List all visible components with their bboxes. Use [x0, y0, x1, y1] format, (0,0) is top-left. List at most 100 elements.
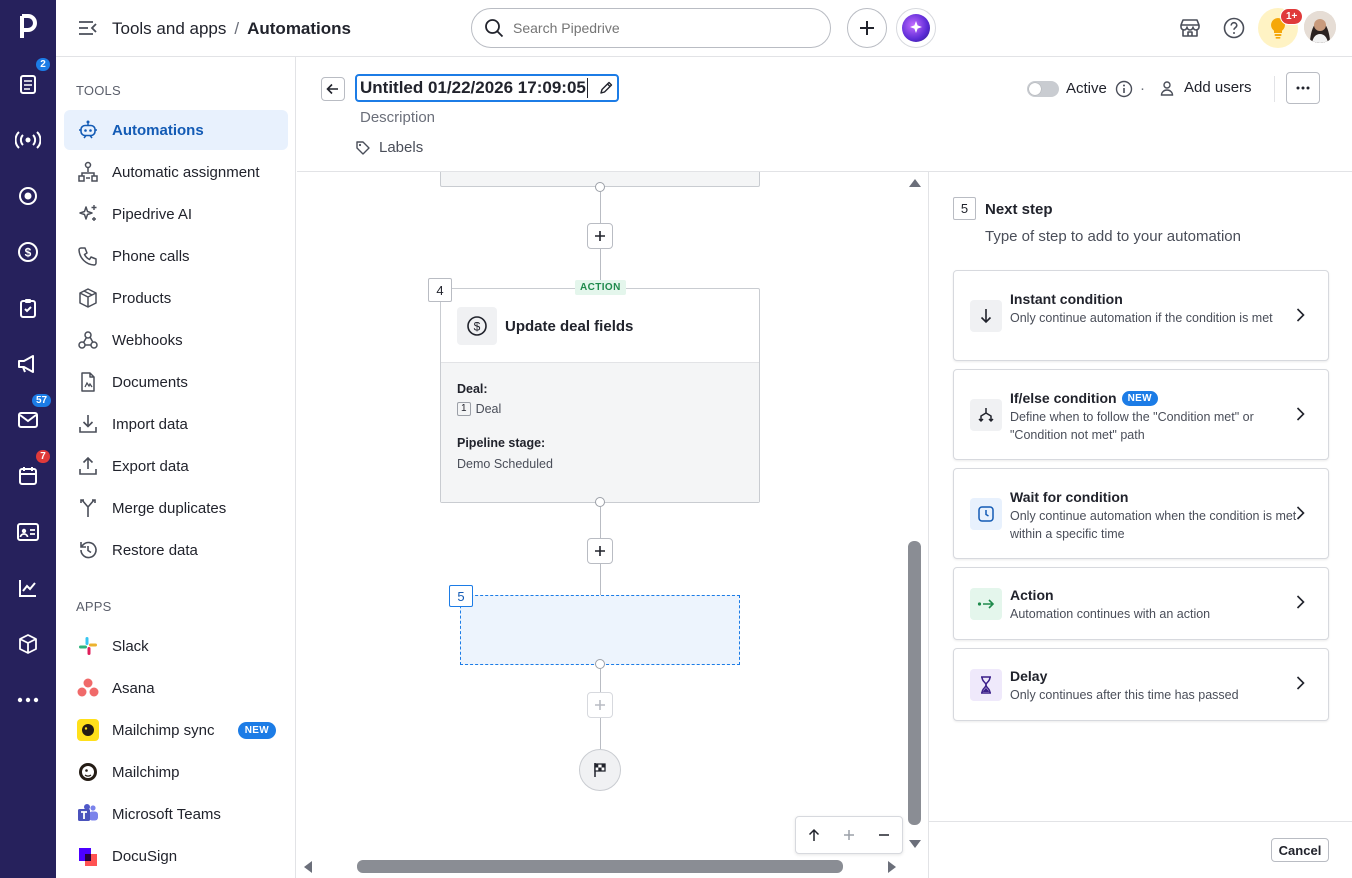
info-icon[interactable] [1115, 80, 1133, 98]
robot-icon [76, 118, 100, 142]
connector-dot [595, 497, 605, 507]
sidebar-item-mailchimp-sync[interactable]: Mailchimp sync NEW [64, 710, 288, 750]
add-users-button[interactable]: Add users [1159, 79, 1252, 96]
scroll-right-arrow[interactable] [887, 860, 897, 874]
panel-subtitle: Type of step to add to your automation [985, 228, 1241, 245]
connector-dot [595, 182, 605, 192]
sidebar-item-microsoft-teams[interactable]: Microsoft Teams [64, 794, 288, 834]
option-wait-for-condition[interactable]: Wait for condition Only continue automat… [953, 468, 1329, 559]
sidebar-item-label: Automatic assignment [112, 163, 260, 181]
help-icon[interactable] [1222, 16, 1246, 40]
horizontal-scrollbar-thumb[interactable] [357, 860, 843, 873]
svg-text:$: $ [25, 246, 32, 260]
add-step-button[interactable] [587, 223, 613, 249]
add-step-button[interactable] [587, 538, 613, 564]
sidebar-item-import-data[interactable]: Import data [64, 404, 288, 444]
action-tag: ACTION [575, 280, 626, 295]
mail-icon[interactable] [14, 406, 42, 434]
avatar[interactable] [1304, 11, 1336, 43]
webhook-icon [76, 328, 100, 352]
ellipsis-icon [1296, 86, 1310, 90]
sidebar-item-merge-duplicates[interactable]: Merge duplicates [64, 488, 288, 528]
option-delay[interactable]: Delay Only continues after this time has… [953, 648, 1329, 721]
zoom-out-icon[interactable] [877, 828, 891, 842]
step-4-card[interactable]: $ Update deal fields Deal: 1 Deal Pipeli… [440, 288, 760, 503]
sidebar-item-label: Asana [112, 679, 155, 697]
box-icon [76, 286, 100, 310]
sidebar-item-restore-data[interactable]: Restore data [64, 530, 288, 570]
contacts-icon[interactable] [14, 518, 42, 546]
sidebar-item-label: Pipedrive AI [112, 205, 193, 223]
sidebar-item-automations[interactable]: Automations [64, 110, 288, 150]
breadcrumb-parent[interactable]: Tools and apps [112, 19, 226, 39]
quick-add-button[interactable] [847, 8, 887, 48]
title-input[interactable]: Untitled 01/22/2026 17:09:05 [357, 78, 588, 98]
back-button[interactable] [321, 77, 345, 101]
search-input[interactable] [513, 20, 803, 36]
chevron-right-icon [1292, 505, 1308, 521]
active-toggle[interactable] [1027, 81, 1059, 97]
zoom-in-icon[interactable] [842, 828, 856, 842]
sidebar-item-export-data[interactable]: Export data [64, 446, 288, 486]
products-rail-icon[interactable] [14, 630, 42, 658]
step-5-placeholder[interactable] [460, 595, 740, 665]
collapse-menu-icon[interactable] [76, 18, 98, 38]
sidebar-item-slack[interactable]: Slack [64, 626, 288, 666]
ai-sparkle-icon [76, 202, 100, 226]
sidebar-item-asana[interactable]: Asana [64, 668, 288, 708]
sidebar-item-phone-calls[interactable]: Phone calls [64, 236, 288, 276]
pencil-icon[interactable] [599, 81, 613, 95]
more-options-button[interactable] [1286, 72, 1320, 104]
step-4-title: Update deal fields [505, 318, 634, 335]
option-action[interactable]: Action Automation continues with an acti… [953, 567, 1329, 640]
option-description: Define when to follow the "Condition met… [1010, 410, 1254, 442]
step-number-badge: 5 [953, 197, 976, 220]
sidebar-item-automatic-assignment[interactable]: Automatic assignment [64, 152, 288, 192]
broadcast-icon[interactable] [14, 126, 42, 154]
scroll-up-arrow[interactable] [908, 178, 922, 188]
sidebar-item-documents[interactable]: Documents [64, 362, 288, 402]
vertical-scrollbar-thumb[interactable] [908, 541, 921, 825]
search-box[interactable] [471, 8, 831, 48]
arrow-down-icon [970, 300, 1002, 332]
flow-canvas[interactable]: $ Update deal fields Deal: 1 Deal Pipeli… [297, 172, 928, 878]
marketplace-icon[interactable] [1178, 16, 1202, 40]
sidebar-item-products[interactable]: Products [64, 278, 288, 318]
activities-icon[interactable] [14, 70, 42, 98]
export-icon [76, 454, 100, 478]
campaigns-icon[interactable] [14, 350, 42, 378]
docusign-icon [76, 844, 100, 868]
ai-assistant-button[interactable] [896, 8, 936, 48]
sidebar-item-docusign[interactable]: DocuSign [64, 836, 288, 876]
connector-line [600, 564, 601, 596]
svg-text:$: $ [474, 320, 481, 334]
sidebar-item-label: Import data [112, 415, 188, 433]
sidebar-item-pipedrive-ai[interactable]: Pipedrive AI [64, 194, 288, 234]
scroll-up-icon[interactable] [807, 828, 821, 842]
title-field[interactable]: Untitled 01/22/2026 17:09:05 [355, 74, 619, 102]
clock-icon [970, 498, 1002, 530]
deals-icon[interactable]: $ [14, 238, 42, 266]
sidebar-item-mailchimp[interactable]: Mailchimp [64, 752, 288, 792]
target-icon[interactable] [14, 182, 42, 210]
scroll-left-arrow[interactable] [303, 860, 313, 874]
merge-icon [76, 496, 100, 520]
step-reference-chip: 1 [457, 402, 471, 416]
pipedrive-logo-icon[interactable] [14, 12, 42, 40]
labels-button[interactable]: Labels [355, 139, 423, 156]
insights-icon[interactable] [14, 574, 42, 602]
cancel-button[interactable]: Cancel [1271, 838, 1329, 862]
restore-icon [76, 538, 100, 562]
description-field[interactable]: Description [360, 109, 435, 126]
sidebar-item-webhooks[interactable]: Webhooks [64, 320, 288, 360]
tools-sidebar: TOOLS Automations Automatic assignment P… [56, 57, 296, 878]
scroll-down-arrow[interactable] [908, 839, 922, 849]
more-icon[interactable] [14, 686, 42, 714]
option-if-else-condition[interactable]: If/else condition NEW Define when to fol… [953, 369, 1329, 460]
calendar-icon[interactable] [14, 462, 42, 490]
mail-badge: 57 [31, 393, 53, 408]
connector-line [600, 192, 601, 223]
option-instant-condition[interactable]: Instant condition Only continue automati… [953, 270, 1329, 361]
tasks-icon[interactable] [14, 294, 42, 322]
step-4-number: 4 [428, 278, 452, 302]
